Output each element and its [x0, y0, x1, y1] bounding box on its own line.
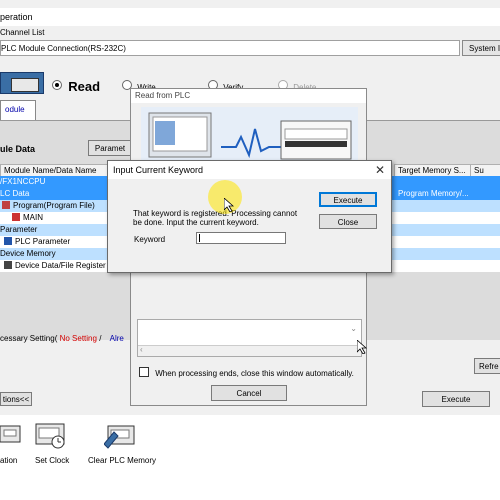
no-setting-text: No Setting — [59, 334, 97, 343]
toolbar-item-operation[interactable] — [0, 420, 26, 450]
toolbar-label-set-clock: Set Clock — [35, 456, 70, 465]
read-from-plc-title: Read from PLC — [131, 89, 366, 103]
auto-close-label: When processing ends, close this window … — [155, 369, 354, 378]
row-label: Device Memory — [0, 249, 56, 258]
program-file-icon — [12, 213, 20, 221]
module-data-label: ule Data — [0, 144, 36, 154]
device-data-icon — [4, 261, 12, 269]
auto-close-checkbox[interactable]: When processing ends, close this window … — [139, 367, 354, 378]
system-image-button[interactable]: System I — [462, 40, 500, 56]
keyword-dialog-title-text: Input Current Keyword — [113, 165, 204, 175]
row-label: Program(Program File) — [13, 201, 95, 210]
row-label: Parameter — [0, 225, 38, 234]
row-label: Device Data/File Register — [15, 261, 106, 270]
keyword-execute-button[interactable]: Execute — [319, 192, 377, 207]
close-icon[interactable]: ✕ — [375, 163, 385, 177]
row-label: PLC Parameter — [15, 237, 71, 246]
text-caret — [199, 234, 200, 242]
execute-button[interactable]: Execute — [422, 391, 490, 407]
read-label: Read — [68, 79, 101, 94]
row-target-memory: Program Memory/... — [398, 189, 469, 198]
program-icon — [2, 201, 10, 209]
clock-icon — [35, 423, 65, 449]
row-label: /FX1NCCPU — [0, 177, 46, 186]
toolbar-item-set-clock[interactable] — [34, 420, 68, 450]
read-radio-dot — [52, 80, 62, 90]
parameter-icon — [4, 237, 12, 245]
window-titlebar: peration — [0, 8, 500, 26]
refresh-button[interactable]: Refre — [474, 358, 500, 374]
transfer-illustration — [141, 107, 358, 165]
toolbar-item-clear-plc-memory[interactable] — [103, 420, 138, 450]
read-radio[interactable]: Read — [52, 78, 101, 94]
setting-separator: / — [99, 334, 102, 343]
connection-text: PLC Module Connection(RS-232C) — [1, 44, 126, 53]
keyword-input[interactable] — [196, 232, 286, 244]
log-horizontal-scrollbar[interactable]: ‹ › — [138, 345, 361, 356]
row-label: LC Data — [0, 189, 30, 198]
operation-icon — [0, 425, 21, 443]
toolbar-label-operation: ation — [0, 456, 18, 465]
keyword-dialog-title: Input Current Keyword ✕ — [108, 161, 391, 179]
mouse-pointer-icon — [357, 340, 367, 354]
keyword-message-line2: be done. Input the current keyword. — [133, 218, 259, 227]
chevron-down-icon[interactable]: ⌄ — [350, 324, 357, 333]
mouse-pointer-icon — [224, 198, 234, 212]
channel-list-label: Channel List — [0, 28, 45, 37]
clear-memory-icon — [103, 425, 135, 449]
already-text: Alre — [109, 334, 124, 343]
toolbar-label-clear-plc-memory: Clear PLC Memory — [88, 456, 157, 465]
parameter-button[interactable]: Paramet — [88, 140, 132, 156]
tab-module[interactable]: odule — [0, 100, 36, 120]
input-keyword-dialog: Input Current Keyword ✕ That keyword is … — [107, 160, 392, 273]
keyword-label: Keyword — [134, 235, 166, 244]
bottom-toolbar — [0, 415, 500, 500]
keyword-close-button[interactable]: Close — [319, 214, 377, 229]
pc-to-plc-icon — [148, 112, 352, 160]
necessary-setting: cessary Setting( No Setting / Alre — [0, 334, 124, 343]
keyword-message: That keyword is registered. Processing c… — [133, 209, 297, 227]
cancel-button[interactable]: Cancel — [211, 385, 287, 401]
read-mode-icon-button[interactable] — [0, 72, 44, 94]
options-button[interactable]: tions<< — [0, 392, 32, 406]
connection-field[interactable]: PLC Module Connection(RS-232C) — [0, 40, 460, 56]
window-title: peration — [0, 12, 33, 22]
checkbox-box — [139, 367, 149, 377]
scroll-left-icon[interactable]: ‹ — [140, 345, 143, 354]
row-label: MAIN — [23, 213, 43, 222]
plc-icon — [11, 78, 39, 92]
necessary-setting-label: cessary Setting( — [0, 334, 58, 343]
progress-log[interactable]: ‹ › ⌄ — [137, 319, 362, 357]
